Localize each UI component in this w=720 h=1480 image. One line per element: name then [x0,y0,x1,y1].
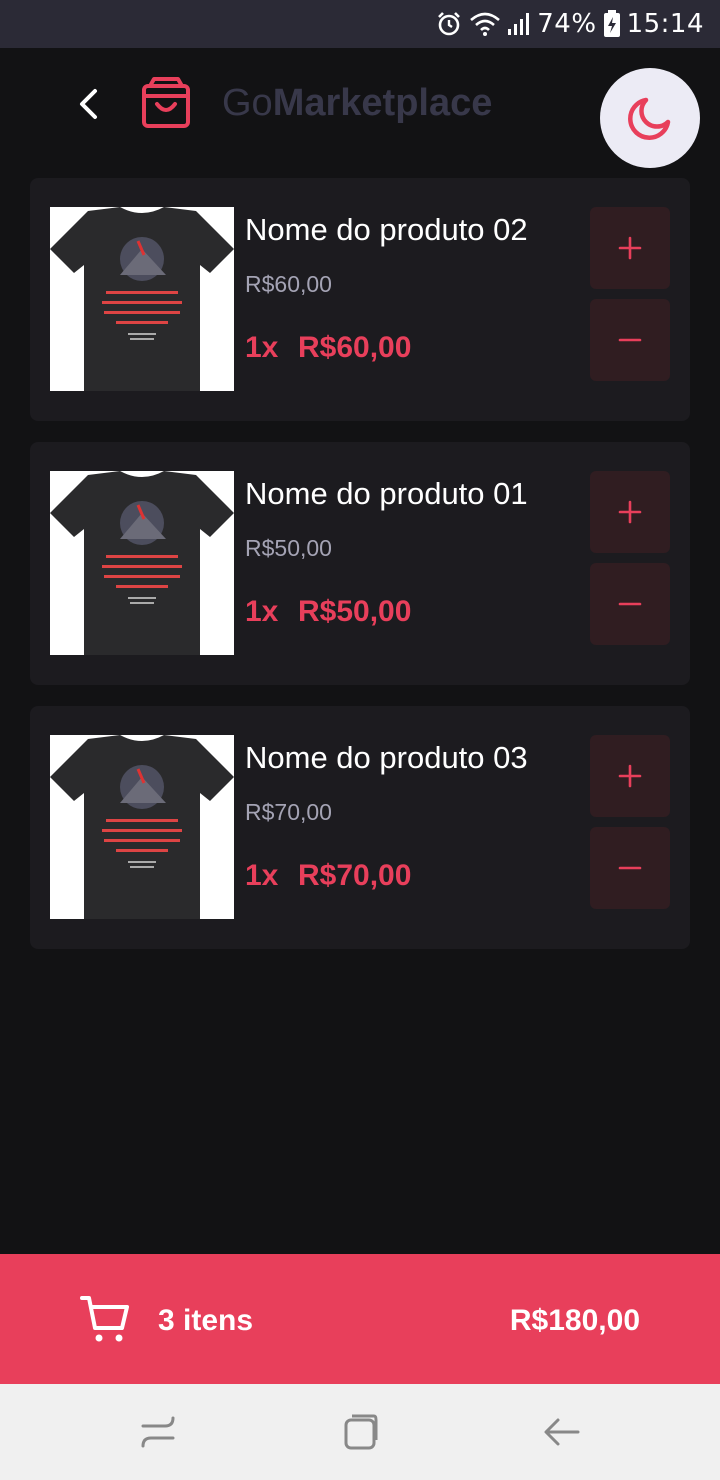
status-bar: 74% 15:14 [0,0,720,48]
product-subtotal: R$50,00 [298,595,412,628]
back-arrow-icon [80,89,97,119]
battery-charging-icon [603,10,621,38]
decrement-button[interactable] [590,299,670,381]
recent-apps-icon [141,1416,175,1448]
moon-icon [628,97,671,140]
wifi-icon [469,11,501,37]
product-quantity: 1x [245,859,279,892]
product-unit-price: R$60,00 [245,271,332,297]
product-quantity: 1x [245,595,279,628]
product-subtotal: R$60,00 [298,331,412,364]
product-image [50,735,234,919]
cart-item-count: 3 itens [158,1304,254,1337]
cart-summary-button[interactable]: 3 itens R$180,00 [0,1254,720,1384]
recent-apps-button[interactable] [136,1410,180,1454]
product-subtotal: R$70,00 [298,859,412,892]
signal-icon [507,11,531,37]
product-unit-price: R$70,00 [245,799,332,825]
product-card: Nome do produto 02 R$60,00 1x R$60,00 [30,178,690,421]
theme-toggle-button[interactable] [600,68,700,168]
plus-icon [618,236,642,260]
product-card: Nome do produto 03 R$70,00 1x R$70,00 [30,706,690,949]
increment-button[interactable] [590,471,670,553]
home-button[interactable] [338,1410,382,1454]
cart-total: R$180,00 [509,1304,640,1337]
alarm-icon [435,10,463,38]
increment-button[interactable] [590,207,670,289]
product-image [50,471,234,655]
app-title: GoMarketplace [222,82,492,125]
app-title-bold: Marketplace [272,82,493,124]
app-header: GoMarketplace [0,48,720,168]
back-button[interactable] [66,80,110,128]
app-title-light: Go [222,82,273,124]
decrement-button[interactable] [590,563,670,645]
increment-button[interactable] [590,735,670,817]
minus-icon [618,602,642,606]
product-quantity: 1x [245,331,279,364]
plus-icon [618,764,642,788]
shopping-bag-icon [140,76,192,130]
plus-icon [618,500,642,524]
decrement-button[interactable] [590,827,670,909]
product-title: Nome do produto 02 [245,212,528,247]
system-nav-bar [0,1384,720,1480]
system-back-icon [544,1418,580,1446]
system-back-button[interactable] [540,1410,584,1454]
cart-icon [80,1296,129,1342]
product-title: Nome do produto 03 [245,740,528,775]
product-image [50,207,234,391]
product-card: Nome do produto 01 R$50,00 1x R$50,00 [30,442,690,685]
app-screen: 74% 15:14 GoMarketplace Nome do produto … [0,0,720,1480]
minus-icon [618,338,642,342]
battery-percent: 74% [537,9,597,39]
product-unit-price: R$50,00 [245,535,332,561]
home-icon [344,1414,378,1450]
minus-icon [618,866,642,870]
clock-time: 15:14 [626,9,704,39]
product-list: Nome do produto 02 R$60,00 1x R$60,00 No… [30,178,690,970]
product-title: Nome do produto 01 [245,476,528,511]
